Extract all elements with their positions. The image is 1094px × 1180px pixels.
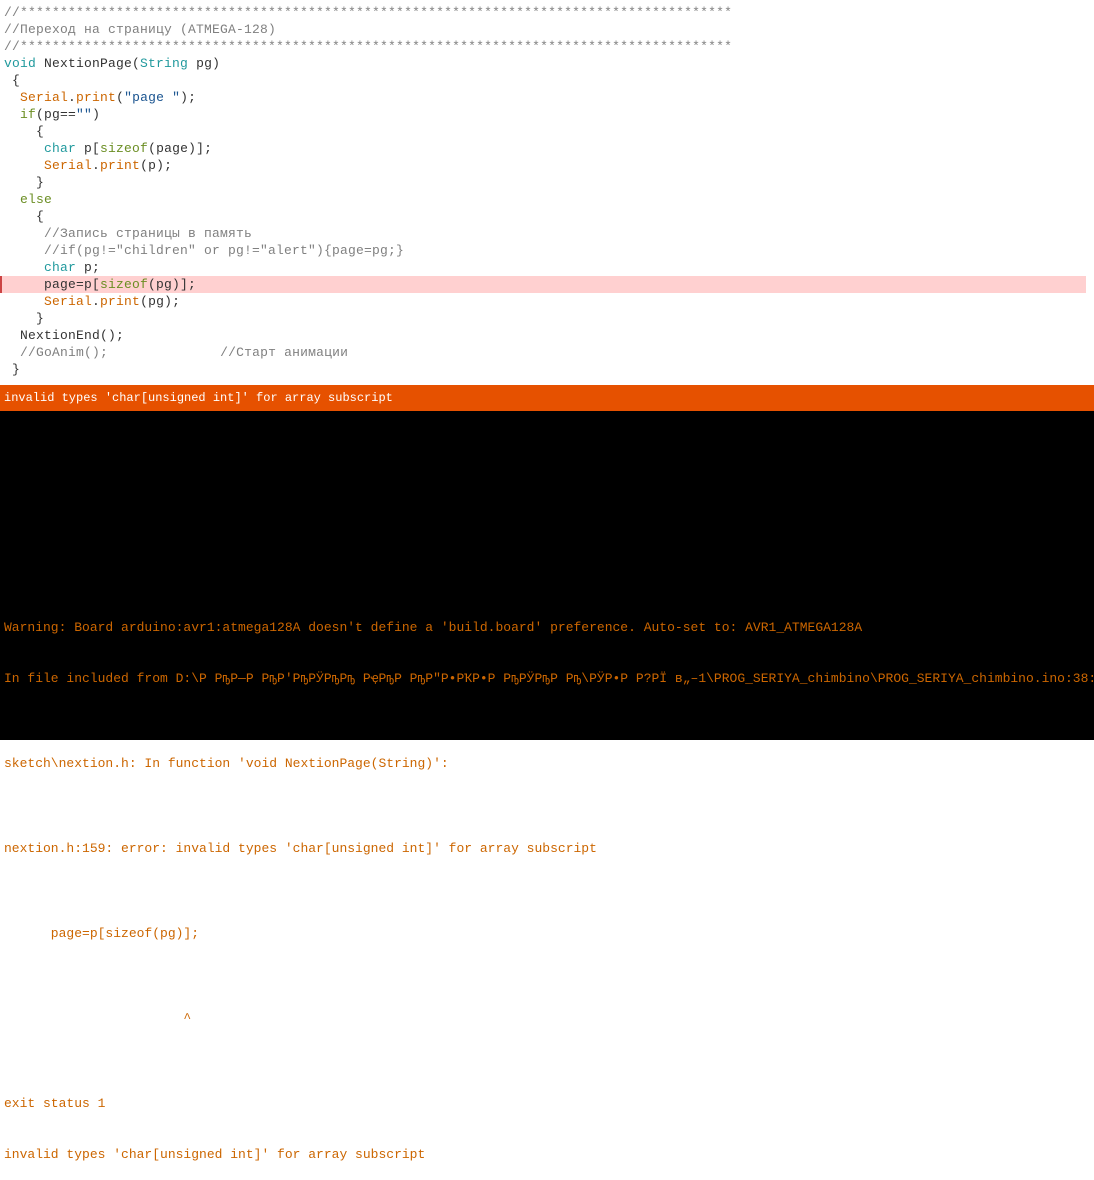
console-warning: Warning: Board arduino:avr1:atmega128A d… (4, 619, 1090, 636)
console-include: In file included from D:\Р РҧР—Р РҧР'РҧР… (4, 670, 1090, 687)
code-line-14: //Запись страницы в память (4, 225, 1090, 242)
code-line-1: //**************************************… (4, 4, 1090, 21)
console-error: nextion.h:159: error: invalid types 'cha… (4, 840, 1090, 857)
code-line-12: else (4, 191, 1090, 208)
code-line-3: //**************************************… (4, 38, 1090, 55)
code-line-20: NextionEnd(); (4, 327, 1090, 344)
code-editor[interactable]: //**************************************… (0, 0, 1094, 385)
code-line-17-error: page=p[sizeof(pg)]; (0, 276, 1086, 293)
code-line-21: //GoAnim(); //Старт анимации (4, 344, 1090, 361)
code-line-5: { (4, 72, 1090, 89)
code-line-10: Serial.print(p); (4, 157, 1090, 174)
error-message: invalid types 'char[unsigned int]' for a… (4, 391, 393, 405)
code-line-22: } (4, 361, 1090, 378)
code-line-9: char p[sizeof(page)]; (4, 140, 1090, 157)
code-line-7: if(pg=="") (4, 106, 1090, 123)
console-exit-status: exit status 1 (4, 1095, 1090, 1112)
code-line-4: void NextionPage(String pg) (4, 55, 1090, 72)
code-line-16: char p; (4, 259, 1090, 276)
code-line-6: Serial.print("page "); (4, 89, 1090, 106)
code-line-15: //if(pg!="children" or pg!="alert"){page… (4, 242, 1090, 259)
code-line-11: } (4, 174, 1090, 191)
code-line-13: { (4, 208, 1090, 225)
console-output[interactable]: Warning: Board arduino:avr1:atmega128A d… (0, 411, 1094, 740)
console-function: sketch\nextion.h: In function 'void Next… (4, 755, 1090, 772)
console-code-snippet: page=p[sizeof(pg)]; (4, 925, 1090, 942)
error-bar: invalid types 'char[unsigned int]' for a… (0, 385, 1094, 411)
code-line-19: } (4, 310, 1090, 327)
code-line-2: //Переход на страницу (ATMEGA-128) (4, 21, 1090, 38)
code-line-8: { (4, 123, 1090, 140)
console-final-error: invalid types 'char[unsigned int]' for a… (4, 1146, 1090, 1163)
console-caret: ^ (4, 1010, 1090, 1027)
code-line-18: Serial.print(pg); (4, 293, 1090, 310)
